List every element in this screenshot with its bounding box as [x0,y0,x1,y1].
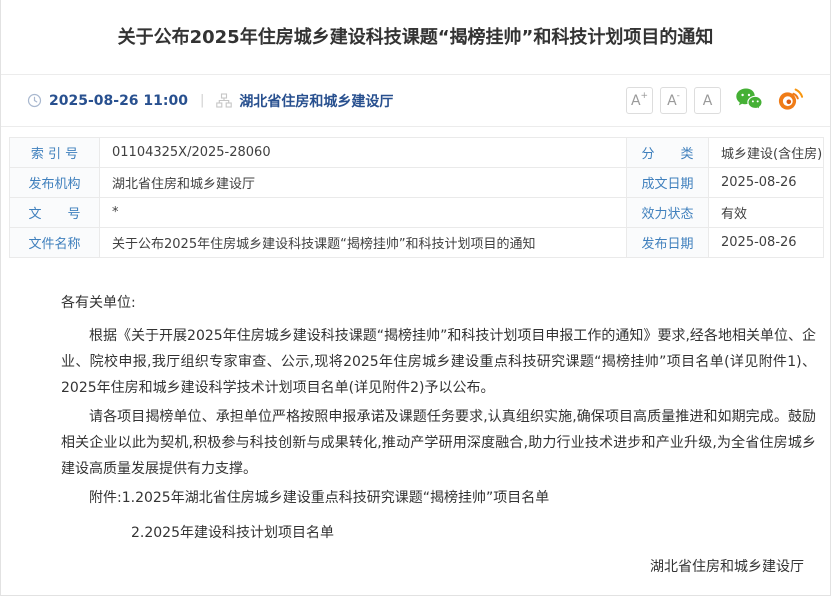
font-decrease-label: A [667,94,677,108]
meta-info: 2025-08-26 11:00 | 湖北省住房和城乡建设厅 [27,91,619,111]
issuing-agency-value: 湖北省住房和城乡建设厅 [100,168,627,198]
weibo-share-icon [777,87,804,114]
signature-org: 湖北省住房和城乡建设厅 [61,554,804,580]
source-org-link[interactable]: 湖北省住房和城乡建设厅 [239,91,393,111]
doc-number-value: * [100,198,627,228]
clock-icon [27,93,42,108]
validity-label: 效力状态 [627,198,709,228]
signature-block: 湖北省住房和城乡建设厅 2025年8月26日 [61,554,816,596]
font-increase-mark: + [641,92,649,101]
salutation: 各有关单位: [61,290,816,316]
doc-number-label: 文 号 [10,198,100,228]
meta-separator: | [200,93,204,108]
written-date-label: 成文日期 [627,168,709,198]
publish-time: 2025-08-26 11:00 [49,93,188,109]
font-decrease-button[interactable]: A- [660,87,687,114]
signature-date: 2025年8月26日 [61,592,804,596]
wechat-share-icon [735,87,763,114]
meta-actions: A+ A- A [619,87,804,114]
table-row: 发布机构 湖北省住房和城乡建设厅 成文日期 2025-08-26 [10,168,824,198]
category-label: 分 类 [627,138,709,168]
meta-bar: 2025-08-26 11:00 | 湖北省住房和城乡建设厅 A+ A- A [1,75,830,127]
table-row: 文 号 * 效力状态 有效 [10,198,824,228]
document-meta-table: 索 引 号 01104325X/2025-28060 分 类 城乡建设(含住房)… [9,137,824,258]
attachment-line: 附件:1.2025年湖北省住房城乡建设重点科技研究课题“揭榜挂帅”项目名单 [61,485,816,511]
index-number-value: 01104325X/2025-28060 [100,138,627,168]
index-number-label: 索 引 号 [10,138,100,168]
font-reset-label: A [703,94,713,108]
category-value: 城乡建设(含住房) [709,138,824,168]
doc-name-label: 文件名称 [10,228,100,258]
validity-value: 有效 [709,198,824,228]
body-paragraph: 请各项目揭榜单位、承担单位严格按照申报承诺及课题任务要求,认真组织实施,确保项目… [61,404,816,482]
body-paragraph: 根据《关于开展2025年住房城乡建设科技课题“揭榜挂帅”和科技计划项目申报工作的… [61,323,816,401]
weibo-share-button[interactable] [777,87,804,114]
table-row: 索 引 号 01104325X/2025-28060 分 类 城乡建设(含住房) [10,138,824,168]
title-section: 关于公布2025年住房城乡建设科技课题“揭榜挂帅”和科技计划项目的通知 [1,0,830,75]
publish-date-value: 2025-08-26 [709,228,824,258]
org-chart-icon [216,93,232,108]
font-increase-button[interactable]: A+ [626,87,653,114]
font-reset-button[interactable]: A [694,87,721,114]
issuing-agency-label: 发布机构 [10,168,100,198]
font-increase-label: A [631,94,641,108]
document-page: 关于公布2025年住房城乡建设科技课题“揭榜挂帅”和科技计划项目的通知 2025… [0,0,831,596]
publish-date-label: 发布日期 [627,228,709,258]
attachment-item: 2.2025年建设科技计划项目名单 [61,520,816,546]
doc-name-value: 关于公布2025年住房城乡建设科技课题“揭榜挂帅”和科技计划项目的通知 [100,228,627,258]
table-row: 文件名称 关于公布2025年住房城乡建设科技课题“揭榜挂帅”和科技计划项目的通知… [10,228,824,258]
wechat-share-button[interactable] [735,87,763,114]
page-title: 关于公布2025年住房城乡建设科技课题“揭榜挂帅”和科技计划项目的通知 [41,24,790,51]
document-body: 各有关单位: 根据《关于开展2025年住房城乡建设科技课题“揭榜挂帅”和科技计划… [1,258,830,596]
font-decrease-mark: - [677,92,680,101]
written-date-value: 2025-08-26 [709,168,824,198]
attachment-item: 1.2025年湖北省住房城乡建设重点科技研究课题“揭榜挂帅”项目名单 [122,490,550,506]
attachments-block: 附件:1.2025年湖北省住房城乡建设重点科技研究课题“揭榜挂帅”项目名单 2.… [61,485,816,546]
attachments-label: 附件: [89,490,122,506]
